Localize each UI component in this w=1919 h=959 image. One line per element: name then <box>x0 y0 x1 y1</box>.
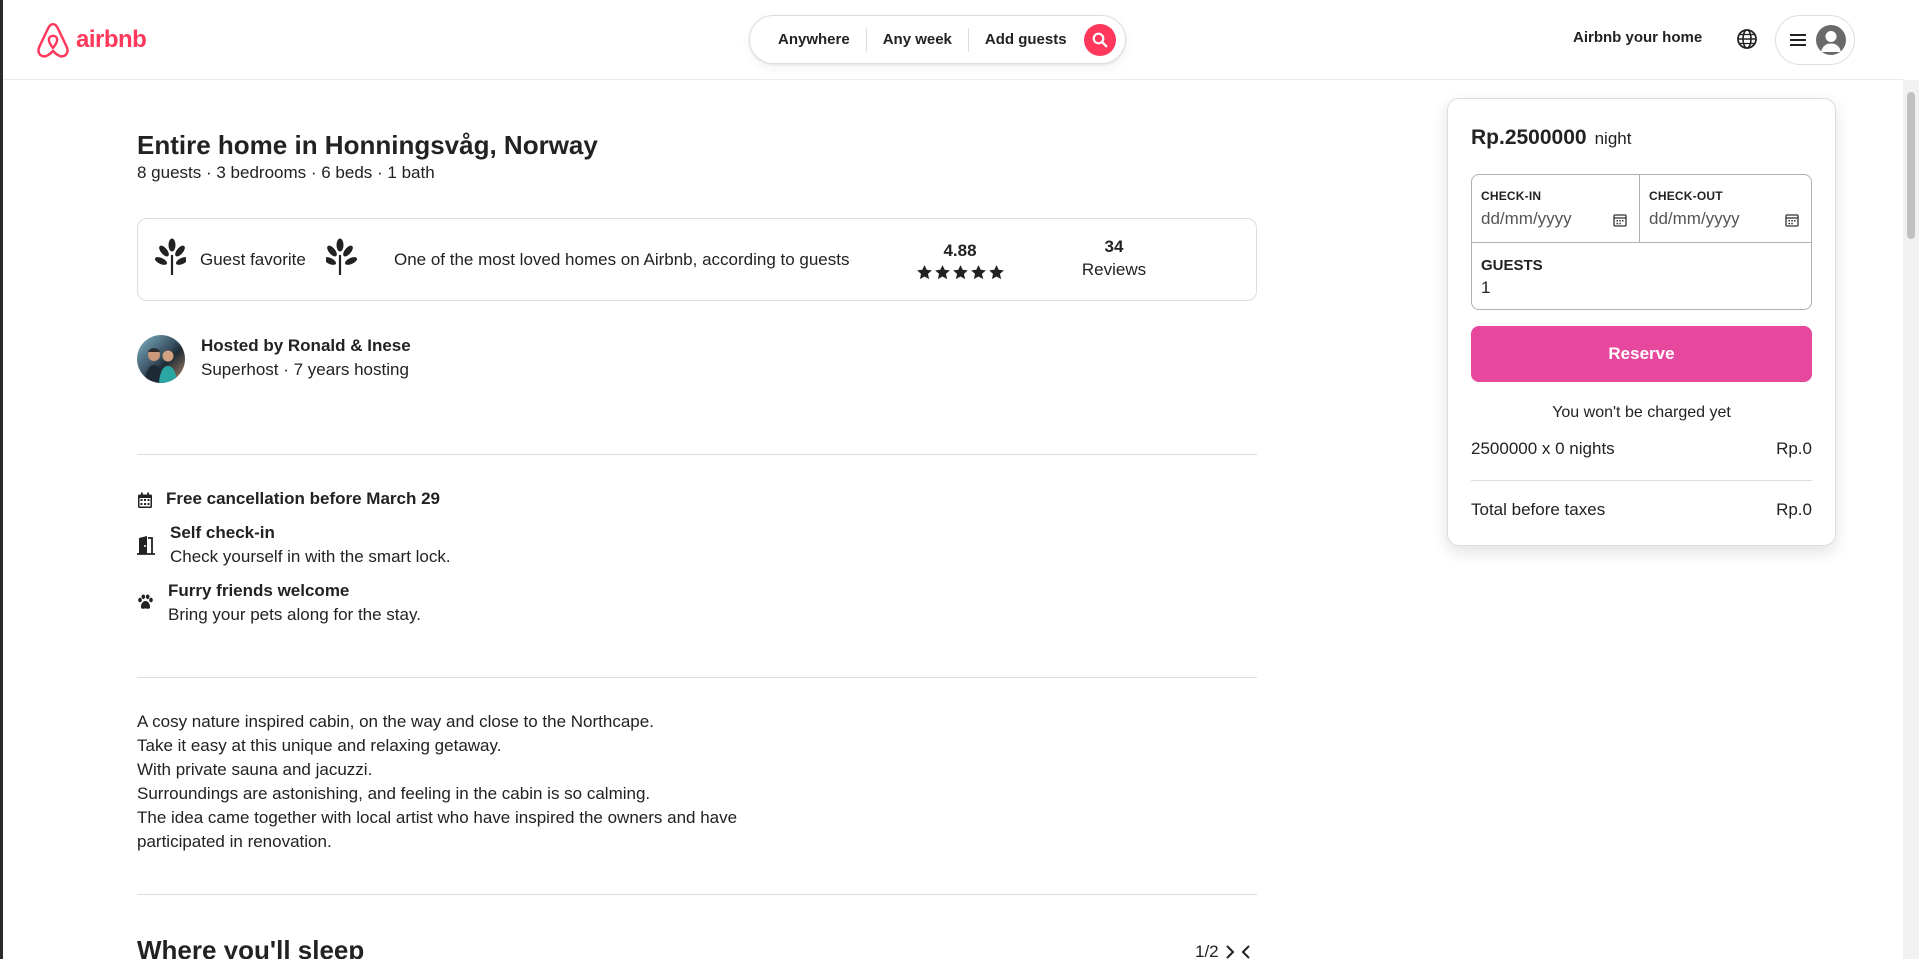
host-name: Hosted by Ronald & Inese <box>201 336 411 355</box>
search-icon <box>1092 32 1108 48</box>
listing-title: Entire home in Honningsvåg, Norway <box>137 130 598 160</box>
guests-input[interactable]: 1 <box>1481 278 1490 298</box>
menu-icon <box>1790 34 1806 46</box>
checkin-field[interactable]: CHECK-IN dd/mm/yyyy <box>1472 175 1640 243</box>
star-icon <box>988 265 1004 280</box>
checkin-input[interactable]: dd/mm/yyyy <box>1481 209 1572 229</box>
search-anywhere[interactable]: Anywhere <box>750 31 866 48</box>
total-label: Total before taxes <box>1471 500 1606 519</box>
checkin-label: CHECK-IN <box>1481 189 1542 203</box>
rating-value: 4.88 <box>943 241 977 260</box>
description-line: Take it easy at this unique and relaxing… <box>137 736 502 755</box>
total-value: Rp.0 <box>1776 500 1812 519</box>
description-line: Surroundings are astonishing, and feelin… <box>137 784 651 803</box>
description-line: participated in renovation. <box>137 832 332 851</box>
section-divider <box>137 454 1257 455</box>
where-youll-sleep-heading: Where you'll sleep <box>137 935 365 959</box>
logo-text: airbnb <box>76 26 147 53</box>
guest-favorite-description: One of the most loved homes on Airbnb, a… <box>394 250 850 269</box>
guest-favorite-card: Guest favorite One of the most loved hom… <box>137 218 1257 301</box>
calendar-picker-icon[interactable] <box>1613 213 1627 227</box>
listing-description: A cosy nature inspired cabin, on the way… <box>137 710 737 854</box>
host-meta: Superhost · 7 years hosting <box>201 360 409 379</box>
feature-title: Furry friends welcome <box>168 581 350 600</box>
reviews-count: 34 <box>1104 237 1124 256</box>
description-line: The idea came together with local artist… <box>137 808 738 827</box>
section-divider <box>137 677 1257 678</box>
feature-title: Free cancellation before March 29 <box>166 489 440 508</box>
sleep-pager: 1/2 <box>1195 942 1251 959</box>
feature-self-checkin: Self check-in Check yourself in with the… <box>137 523 537 571</box>
price-row: Rp.2500000 night <box>1471 126 1631 150</box>
feature-free-cancellation: Free cancellation before March 29 <box>137 489 537 513</box>
top-navigation: airbnb Anywhere Any week Add guests Airb… <box>3 0 1903 80</box>
search-add-guests[interactable]: Add guests <box>969 31 1083 48</box>
nights-line: 2500000 x 0 nights Rp.0 <box>1471 439 1812 459</box>
guest-favorite-label: Guest favorite <box>200 250 306 269</box>
laurel-left-icon <box>154 238 186 275</box>
scrollbar-thumb[interactable] <box>1907 92 1915 239</box>
nightly-price: Rp.2500000 <box>1471 126 1587 149</box>
pager-count: 1/2 <box>1195 942 1219 959</box>
checkout-input[interactable]: dd/mm/yyyy <box>1649 209 1740 229</box>
reviews-label: Reviews <box>1081 260 1147 279</box>
description-line: A cosy nature inspired cabin, on the way… <box>137 712 654 731</box>
laurel-right-icon <box>326 238 358 275</box>
card-divider <box>1471 480 1812 481</box>
calendar-icon <box>138 492 152 508</box>
price-unit: night <box>1594 129 1632 148</box>
rating-block: 4.88 <box>915 241 1005 281</box>
feature-pets: Furry friends welcome Bring your pets al… <box>137 581 537 629</box>
door-icon <box>137 536 155 555</box>
reserve-button[interactable]: Reserve <box>1471 326 1812 382</box>
airbnb-your-home-link[interactable]: Airbnb your home <box>1573 29 1702 46</box>
user-menu-button[interactable] <box>1775 15 1855 65</box>
description-line: With private sauna and jacuzzi. <box>137 760 373 779</box>
search-button[interactable] <box>1084 24 1116 56</box>
search-any-week[interactable]: Any week <box>867 31 968 48</box>
listing-subtitle: 8 guests · 3 bedrooms · 6 beds · 1 bath <box>137 163 435 182</box>
user-icon <box>1816 25 1846 55</box>
chevron-left-icon[interactable] <box>1241 945 1251 959</box>
rating-stars <box>915 264 1005 281</box>
search-bar[interactable]: Anywhere Any week Add guests <box>749 15 1126 64</box>
nights-label: 2500000 x 0 nights <box>1471 439 1615 458</box>
checkout-label: CHECK-OUT <box>1649 189 1723 203</box>
globe-icon[interactable] <box>1736 28 1758 50</box>
airbnb-logo[interactable]: airbnb <box>36 21 147 59</box>
page-scrollbar[interactable] <box>1903 80 1919 959</box>
chevron-right-icon[interactable] <box>1225 945 1235 959</box>
feature-title: Self check-in <box>170 523 275 542</box>
booking-card: Rp.2500000 night CHECK-IN dd/mm/yyyy CHE… <box>1447 98 1836 546</box>
calendar-picker-icon[interactable] <box>1785 213 1799 227</box>
booking-inputs: CHECK-IN dd/mm/yyyy CHECK-OUT dd/mm/yyyy… <box>1471 174 1812 310</box>
star-icon <box>916 265 932 280</box>
airbnb-logo-icon <box>37 22 69 58</box>
no-charge-note: You won't be charged yet <box>1552 404 1731 421</box>
host-avatar[interactable] <box>137 335 185 383</box>
star-icon <box>934 265 950 280</box>
paw-icon <box>138 594 153 609</box>
feature-description: Check yourself in with the smart lock. <box>170 547 451 566</box>
total-line: Total before taxes Rp.0 <box>1471 500 1812 520</box>
reviews-link[interactable]: 34 Reviews <box>1074 237 1154 280</box>
section-divider <box>137 894 1257 895</box>
checkout-field[interactable]: CHECK-OUT dd/mm/yyyy <box>1640 175 1811 243</box>
feature-description: Bring your pets along for the stay. <box>168 605 421 624</box>
window-frame <box>0 0 3 959</box>
nights-value: Rp.0 <box>1776 439 1812 458</box>
star-icon <box>952 265 968 280</box>
star-icon <box>970 265 986 280</box>
guests-label: GUESTS <box>1481 257 1543 274</box>
